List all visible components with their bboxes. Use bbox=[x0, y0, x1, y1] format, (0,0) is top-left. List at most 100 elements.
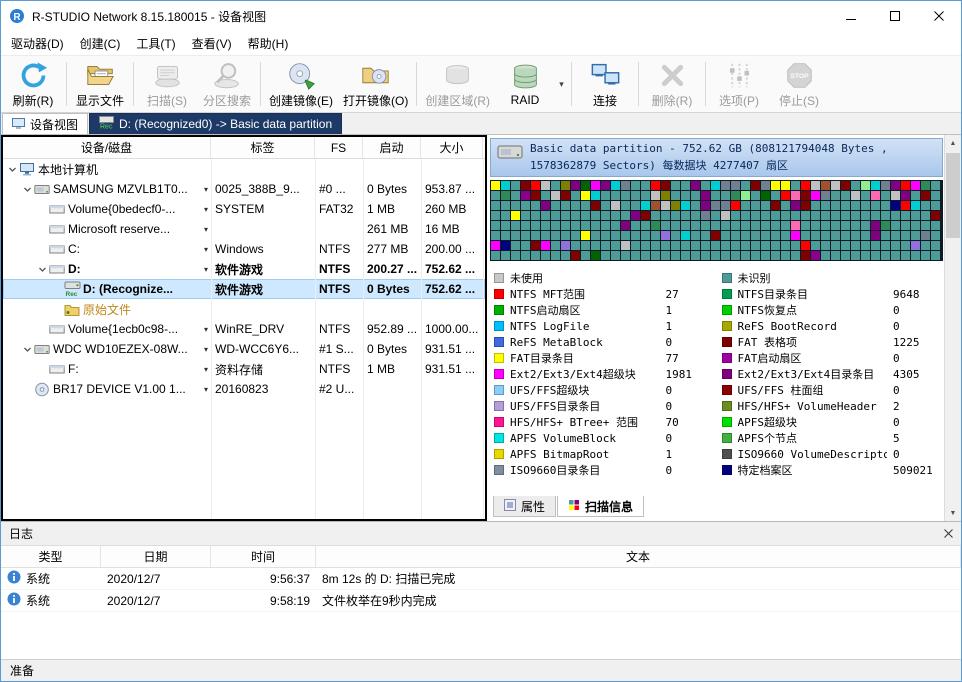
scan-block bbox=[931, 251, 940, 260]
toolbar-button-label: 选项(P) bbox=[719, 92, 759, 109]
scroll-up-icon[interactable]: ▲ bbox=[945, 135, 961, 151]
device-tree-row[interactable]: Volume{1ecb0c98-...▾WinRE_DRVNTFS952.89 … bbox=[3, 319, 485, 339]
scan-block bbox=[601, 211, 610, 220]
device-tree-row[interactable]: WDC WD10EZEX-08W...▾WD-WCC6Y6...#1 S...0… bbox=[3, 339, 485, 359]
legend-item: 未使用 bbox=[494, 270, 712, 286]
combo-arrow-icon[interactable]: ▾ bbox=[204, 185, 209, 194]
legend-swatch bbox=[722, 433, 732, 443]
device-tree-row[interactable]: D:▾软件游戏NTFS200.27 ...752.62 ... bbox=[3, 259, 485, 279]
device-tree-row[interactable]: Volume{0bedecf0-...▾SYSTEMFAT321 MB260 M… bbox=[3, 199, 485, 219]
combo-arrow-icon[interactable]: ▾ bbox=[204, 265, 209, 274]
size-cell bbox=[421, 379, 483, 399]
raid-dropdown-arrow-icon[interactable]: ▾ bbox=[555, 57, 568, 111]
log-column-header[interactable]: 时间 bbox=[211, 546, 316, 567]
tab-scan-result[interactable]: RecD: (Recognized0) -> Basic data partit… bbox=[89, 113, 342, 134]
expander-icon[interactable] bbox=[21, 185, 34, 194]
scan-block bbox=[791, 251, 800, 260]
scan-block bbox=[911, 241, 920, 250]
vertical-scrollbar[interactable]: ▲ ▼ bbox=[944, 135, 961, 521]
log-column-header[interactable]: 类型 bbox=[1, 546, 101, 567]
combo-arrow-icon[interactable]: ▾ bbox=[204, 325, 209, 334]
refresh-button[interactable]: 刷新(R) bbox=[3, 57, 63, 111]
log-close-icon[interactable] bbox=[944, 529, 953, 538]
combo-arrow-icon[interactable]: ▾ bbox=[204, 345, 209, 354]
log-date-cell: 2020/12/7 bbox=[101, 568, 211, 589]
scrollbar-track[interactable] bbox=[945, 151, 961, 505]
scan-block bbox=[651, 191, 660, 200]
device-tree-row[interactable]: C:▾WindowsNTFS277 MB200.00 ... bbox=[3, 239, 485, 259]
log-row[interactable]: 系统2020/12/79:56:378m 12s 的 D: 扫描已完成 bbox=[1, 568, 961, 590]
scan-block bbox=[571, 251, 580, 260]
scan-block bbox=[551, 221, 560, 230]
scan-block bbox=[571, 241, 580, 250]
scan-block bbox=[531, 221, 540, 230]
combo-arrow-icon[interactable]: ▾ bbox=[204, 385, 209, 394]
expander-icon[interactable] bbox=[36, 265, 49, 274]
scrollbar-thumb[interactable] bbox=[946, 153, 960, 238]
column-header[interactable]: 启动 bbox=[363, 137, 421, 158]
create-region-button: 创建区域(R) bbox=[420, 57, 495, 111]
scan-block bbox=[861, 251, 870, 260]
device-tree-row[interactable]: RecD: (Recognize...软件游戏NTFS0 Bytes752.62… bbox=[3, 279, 485, 299]
column-header[interactable]: 大小 bbox=[421, 137, 483, 158]
scan-block bbox=[581, 211, 590, 220]
combo-arrow-icon[interactable]: ▾ bbox=[204, 225, 209, 234]
minimize-button[interactable] bbox=[829, 1, 873, 31]
combo-arrow-icon[interactable]: ▾ bbox=[204, 365, 209, 374]
close-button[interactable] bbox=[917, 1, 961, 31]
combo-arrow-icon[interactable]: ▾ bbox=[204, 245, 209, 254]
connect-button[interactable]: 连接 bbox=[575, 57, 635, 111]
tab-scan-info[interactable]: 扫描信息 bbox=[557, 496, 644, 517]
scan-block bbox=[791, 201, 800, 210]
menu-item[interactable]: 帮助(H) bbox=[240, 32, 297, 55]
scan-block bbox=[591, 251, 600, 260]
log-row[interactable]: 系统2020/12/79:58:19文件枚举在9秒内完成 bbox=[1, 590, 961, 612]
fs-cell: #2 U... bbox=[315, 379, 363, 399]
scan-block bbox=[801, 251, 810, 260]
scan-block bbox=[641, 181, 650, 190]
raid-button[interactable]: RAID bbox=[495, 57, 555, 111]
column-header[interactable]: 设备/磁盘 bbox=[3, 137, 211, 158]
menu-item[interactable]: 创建(C) bbox=[72, 32, 129, 55]
scan-block bbox=[691, 181, 700, 190]
scan-block bbox=[661, 201, 670, 210]
device-tree-row[interactable]: F:▾资料存储NTFS1 MB931.51 ... bbox=[3, 359, 485, 379]
scan-block bbox=[661, 191, 670, 200]
expander-icon[interactable] bbox=[21, 345, 34, 354]
toolbar-button-label: 扫描(S) bbox=[147, 92, 187, 109]
scan-block bbox=[861, 241, 870, 250]
legend-column: 未识别NTFS目录条目9648NTFS恢复点0ReFS BootRecord0F… bbox=[722, 270, 940, 478]
device-tree-row[interactable]: 原始文件 bbox=[3, 299, 485, 319]
log-column-header[interactable]: 日期 bbox=[101, 546, 211, 567]
rec-tab-icon: Rec bbox=[99, 116, 114, 132]
device-tree-row[interactable]: 本地计算机 bbox=[3, 159, 485, 179]
log-column-header[interactable]: 文本 bbox=[316, 546, 961, 567]
expander-icon[interactable] bbox=[6, 165, 19, 174]
maximize-button[interactable] bbox=[873, 1, 917, 31]
scan-block bbox=[731, 241, 740, 250]
scan-block bbox=[661, 221, 670, 230]
column-header[interactable]: 标签 bbox=[211, 137, 315, 158]
combo-arrow-icon[interactable]: ▾ bbox=[204, 205, 209, 214]
device-tree-row[interactable]: Microsoft reserve...▾261 MB16 MB bbox=[3, 219, 485, 239]
menu-item[interactable]: 驱动器(D) bbox=[3, 32, 72, 55]
titlebar: R R-STUDIO Network 8.15.180015 - 设备视图 bbox=[1, 1, 961, 31]
show-files-button[interactable]: 显示文件 bbox=[70, 57, 130, 111]
tab-properties[interactable]: 属性 bbox=[493, 496, 556, 517]
column-header[interactable]: FS bbox=[315, 137, 363, 158]
device-name: 原始文件 bbox=[83, 301, 131, 318]
scan-block-map[interactable] bbox=[490, 180, 943, 261]
menu-item[interactable]: 工具(T) bbox=[128, 32, 183, 55]
create-image-button[interactable]: 创建镜像(E) bbox=[264, 57, 338, 111]
tab-device-view[interactable]: 设备视图 bbox=[2, 113, 88, 134]
scan-block bbox=[601, 181, 610, 190]
scan-block bbox=[841, 251, 850, 260]
scroll-down-icon[interactable]: ▼ bbox=[945, 505, 961, 521]
menu-item[interactable]: 查看(V) bbox=[184, 32, 240, 55]
device-tree-row[interactable]: SAMSUNG MZVLB1T0...▾0025_388B_9...#0 ...… bbox=[3, 179, 485, 199]
scan-block bbox=[771, 241, 780, 250]
scan-block bbox=[651, 201, 660, 210]
open-image-button[interactable]: 打开镜像(O) bbox=[338, 57, 413, 111]
scan-block bbox=[551, 201, 560, 210]
device-tree-row[interactable]: BR17 DEVICE V1.00 1...▾20160823#2 U... bbox=[3, 379, 485, 399]
